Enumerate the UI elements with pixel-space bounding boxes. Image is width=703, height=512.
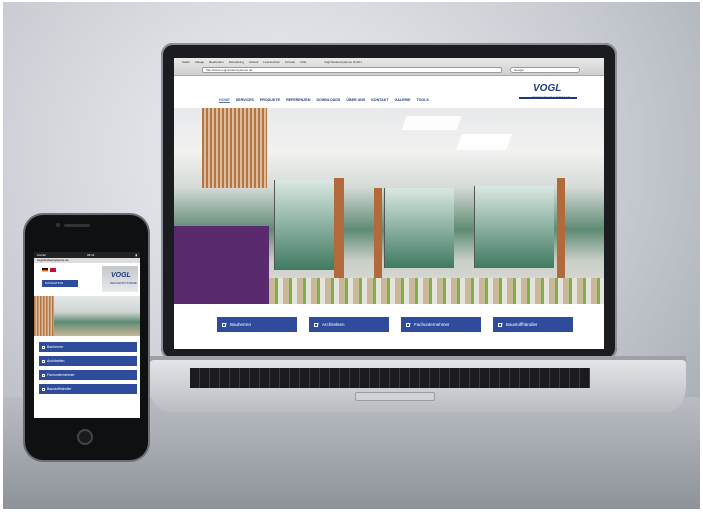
ceiling-light — [401, 116, 462, 130]
window-title: Vogl Deckensysteme GmbH — [324, 60, 362, 64]
timber-column — [374, 188, 382, 278]
wood-slat-balcony — [34, 296, 54, 336]
cta-architekten[interactable]: Architekten — [309, 317, 389, 332]
nav-kontakt[interactable]: KONTAKT — [371, 98, 388, 103]
earpiece-speaker — [64, 224, 90, 227]
flag-german-icon[interactable] — [42, 268, 48, 272]
menu-item-bearbeiten[interactable]: Bearbeiten — [209, 60, 224, 64]
phone-cta-list: Bauherren Architekten Fachunternehmer Ba… — [39, 342, 137, 394]
cta-bar: Bauherren Architekten Fachunternehmer Ba… — [174, 304, 604, 349]
phone-screen: Carrier 09:41 ▮ vogl-deckensysteme.de NA… — [34, 252, 140, 418]
nav-services[interactable]: SERVICES — [236, 98, 254, 103]
glass-facade — [274, 180, 334, 270]
nav-produkte[interactable]: PRODUKTE — [260, 98, 280, 103]
checkbox-icon — [42, 359, 45, 363]
checkbox-icon — [406, 322, 410, 327]
home-button[interactable] — [77, 429, 93, 445]
phone-cta-bauherren[interactable]: Bauherren — [39, 342, 137, 352]
checkbox-icon — [42, 373, 45, 377]
logo-main-text: VOGL — [533, 83, 562, 94]
address-bar[interactable]: http://www.vogl-deckensysteme.de — [202, 67, 502, 73]
checkbox-icon — [42, 345, 45, 349]
phone-cta-fachunternehmer[interactable]: Fachunternehmer — [39, 370, 137, 380]
phone-menu-button[interactable]: NAVIGATION — [42, 280, 78, 287]
wood-slat-balcony — [202, 108, 267, 188]
language-switcher — [42, 268, 56, 272]
cta-label: Architekten — [47, 359, 65, 363]
timber-column — [334, 178, 344, 278]
ceiling-light — [456, 134, 512, 150]
trackpad — [355, 392, 435, 401]
logo-sub-text: DECKENSYSTEME — [110, 281, 137, 285]
phone-address-bar[interactable]: vogl-deckensysteme.de — [34, 258, 140, 263]
glass-facade — [474, 186, 554, 268]
keyboard — [190, 368, 590, 388]
hero-image — [174, 108, 604, 304]
timber-column — [557, 178, 565, 278]
site-logo[interactable]: VOGL DECKENSYSTEME — [519, 82, 577, 102]
cta-label: Baustoffhändler — [47, 387, 72, 391]
cta-fachunternehmer[interactable]: Fachunternehmer — [401, 317, 481, 332]
menu-item-safari[interactable]: Safari — [182, 60, 190, 64]
cta-buttons: Bauherren Architekten Fachunternehmer Ba… — [217, 317, 573, 332]
cta-label: Fachunternehmer — [414, 322, 450, 327]
checkbox-icon — [222, 322, 226, 327]
browser-toolbar: Safari Ablage Bearbeiten Darstellung Ver… — [174, 58, 604, 76]
menu-item-darstellung[interactable]: Darstellung — [229, 60, 244, 64]
front-camera — [56, 223, 60, 227]
carrier-label: Carrier — [37, 253, 47, 257]
phone-cta-baustoffhaendler[interactable]: Baustoffhändler — [39, 384, 137, 394]
checkbox-icon — [42, 387, 45, 391]
purple-wall — [174, 226, 269, 304]
phone-hero-image — [34, 296, 140, 336]
menu-item-hilfe[interactable]: Hilfe — [300, 60, 306, 64]
cafeteria-tables — [269, 278, 604, 304]
battery-icon: ▮ — [135, 253, 137, 257]
clock: 09:41 — [87, 253, 95, 257]
nav-ueber-uns[interactable]: ÜBER UNS — [346, 98, 365, 103]
nav-downloads[interactable]: DOWNLOADS — [316, 98, 340, 103]
nav-galerie[interactable]: GALERIE — [395, 98, 411, 103]
logo-sub-text: DECKENSYSTEME — [532, 95, 571, 100]
laptop-screen: Safari Ablage Bearbeiten Darstellung Ver… — [174, 58, 604, 349]
glass-facade — [384, 188, 454, 268]
nav-home[interactable]: HOME — [219, 98, 230, 103]
menu-item-verlauf[interactable]: Verlauf — [249, 60, 258, 64]
phone-logo[interactable]: VOGL DECKENSYSTEME — [102, 266, 138, 292]
menu-item-ablage[interactable]: Ablage — [195, 60, 204, 64]
checkbox-icon — [314, 322, 318, 327]
cta-label: Bauherren — [230, 322, 252, 327]
browser-menubar: Safari Ablage Bearbeiten Darstellung Ver… — [182, 60, 306, 64]
cta-label: Baustoffhändler — [506, 322, 538, 327]
cta-baustoffhaendler[interactable]: Baustoffhändler — [493, 317, 573, 332]
site-header: HOME SERVICES PRODUKTE REFERENZEN DOWNLO… — [174, 76, 604, 108]
cta-label: Architekten — [322, 322, 345, 327]
checkbox-icon — [498, 322, 502, 327]
cta-label: Fachunternehmer — [47, 373, 75, 377]
nav-tools[interactable]: TOOLS — [416, 98, 428, 103]
cta-bauherren[interactable]: Bauherren — [217, 317, 297, 332]
menu-item-fenster[interactable]: Fenster — [285, 60, 295, 64]
main-navigation: HOME SERVICES PRODUKTE REFERENZEN DOWNLO… — [219, 98, 429, 103]
phone-cta-architekten[interactable]: Architekten — [39, 356, 137, 366]
cta-label: Bauherren — [47, 345, 64, 349]
nav-referenzen[interactable]: REFERENZEN — [286, 98, 310, 103]
search-field[interactable]: Google — [510, 67, 580, 73]
menu-item-lesezeichen[interactable]: Lesezeichen — [263, 60, 280, 64]
flag-english-icon[interactable] — [50, 268, 56, 272]
logo-main-text: VOGL — [111, 272, 131, 279]
